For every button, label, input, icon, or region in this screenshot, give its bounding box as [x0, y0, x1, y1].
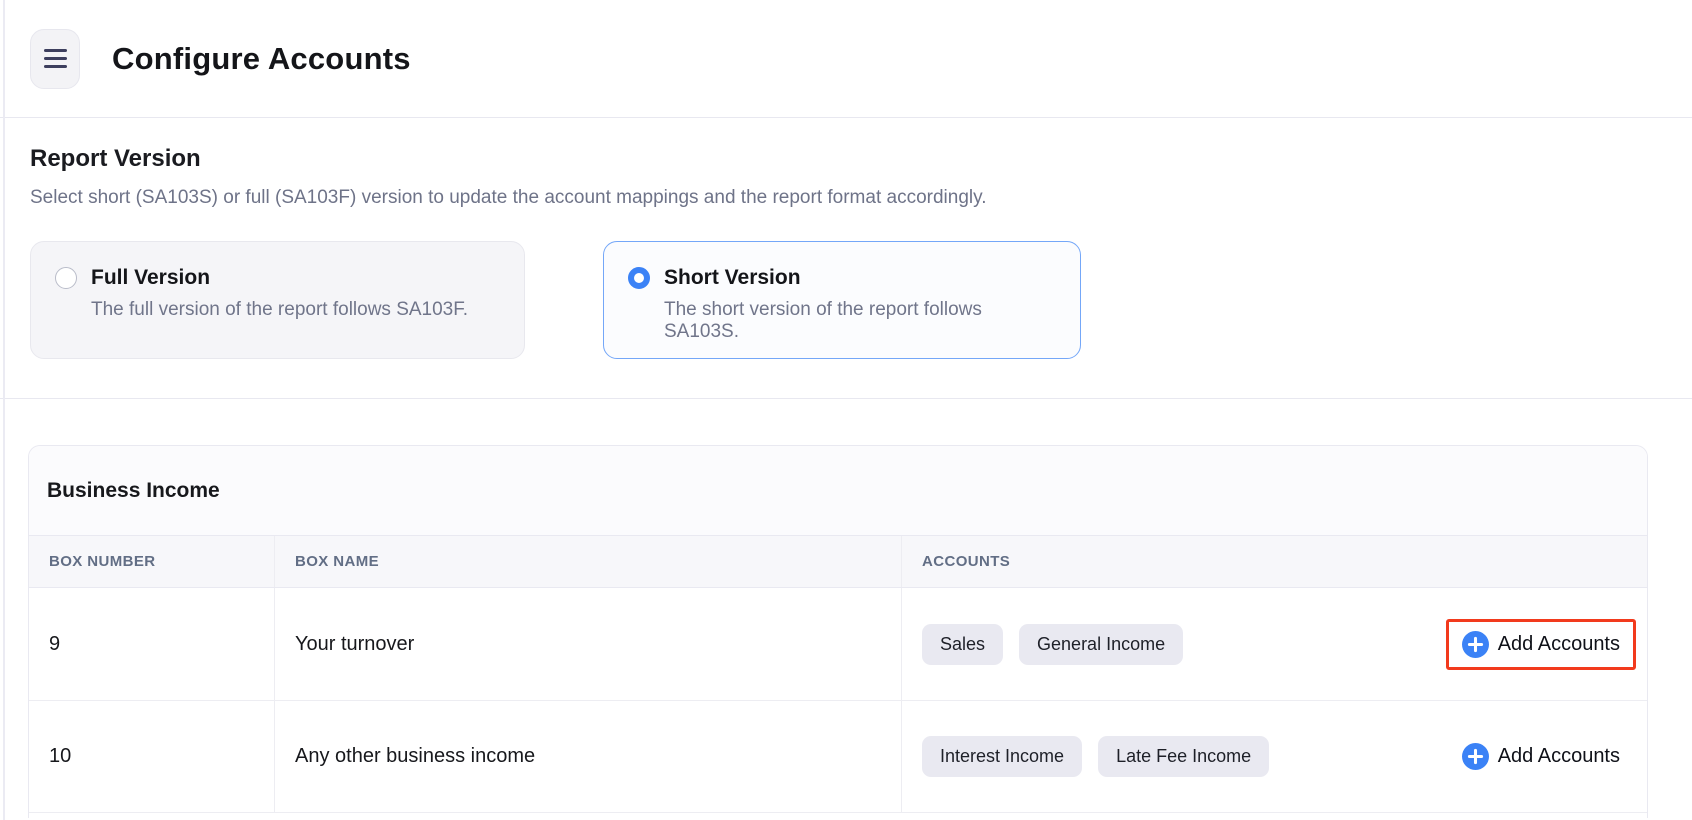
panel-left-border	[3, 0, 5, 820]
radio-selected-icon[interactable]	[628, 267, 650, 289]
page-title: Configure Accounts	[112, 40, 411, 76]
account-tag[interactable]: Sales	[922, 623, 1004, 665]
table-row: 9 Your turnover Sales General Income Add…	[29, 588, 1647, 700]
business-income-title: Business Income	[29, 446, 1647, 535]
plus-circle-icon	[1461, 743, 1489, 770]
column-header-accounts: ACCOUNTS	[901, 536, 1647, 587]
configure-accounts-page: Configure Accounts Report Version Select…	[0, 0, 1692, 820]
business-income-card: Business Income BOX NUMBER BOX NAME ACCO…	[28, 445, 1648, 818]
add-accounts-button[interactable]: Add Accounts	[1461, 743, 1620, 770]
column-header-box-number: BOX NUMBER	[49, 553, 156, 570]
table-header-row: BOX NUMBER BOX NAME ACCOUNTS	[29, 535, 1647, 588]
section-divider	[0, 398, 1692, 399]
account-tag[interactable]: General Income	[1019, 623, 1184, 665]
box-number-cell: 9	[49, 632, 61, 655]
option-description: The full version of the report follows S…	[91, 299, 469, 320]
column-header-box-name: BOX NAME	[274, 536, 901, 587]
option-label: Short Version	[664, 266, 801, 289]
option-full-version[interactable]: Full Version The full version of the rep…	[30, 241, 525, 359]
add-accounts-button[interactable]: Add Accounts	[1461, 630, 1620, 658]
account-tag[interactable]: Interest Income	[922, 736, 1083, 777]
add-accounts-label: Add Accounts	[1497, 632, 1620, 655]
box-name-cell: Any other business income	[274, 701, 901, 812]
report-version-heading: Report Version	[30, 145, 201, 172]
accounts-cell: Interest Income Late Fee Income Add Acco…	[901, 701, 1647, 812]
option-short-version[interactable]: Short Version The short version of the r…	[603, 241, 1081, 359]
radio-unselected-icon[interactable]	[55, 267, 77, 289]
hamburger-menu-button[interactable]	[30, 28, 80, 89]
report-version-description: Select short (SA103S) or full (SA103F) v…	[30, 187, 987, 208]
add-accounts-label: Add Accounts	[1497, 745, 1620, 767]
accounts-cell: Sales General Income Add Accounts	[901, 588, 1647, 700]
red-highlight-annotation: Add Accounts	[1445, 618, 1636, 670]
box-name-cell: Your turnover	[274, 588, 901, 700]
plus-circle-icon	[1461, 630, 1489, 658]
hamburger-icon	[43, 49, 67, 52]
option-description: The short version of the report follows …	[664, 299, 982, 342]
box-number-cell: 10	[49, 745, 72, 767]
top-header-bar: Configure Accounts	[0, 0, 1692, 118]
add-accounts-container: Add Accounts	[1446, 731, 1636, 782]
next-row-clipped	[29, 812, 1647, 818]
report-version-options: Full Version The full version of the rep…	[30, 241, 1664, 359]
account-tag[interactable]: Late Fee Income	[1098, 736, 1270, 777]
table-row: 10 Any other business income Interest In…	[29, 700, 1647, 812]
option-label: Full Version	[91, 266, 211, 289]
